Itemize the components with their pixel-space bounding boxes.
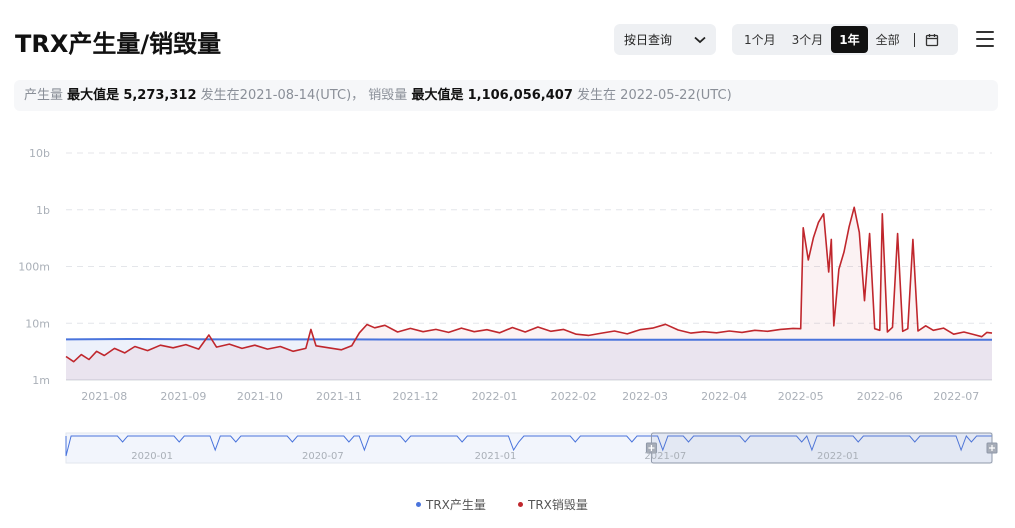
burn-area [66, 207, 992, 380]
y-tick-label: 10b [29, 147, 50, 160]
range-all-button[interactable]: 全部 [868, 26, 908, 53]
hamburger-menu-icon[interactable] [976, 31, 994, 47]
range-1-month-button[interactable]: 1个月 [736, 26, 784, 53]
zoom-tick-label: 2020-01 [131, 451, 173, 462]
main-chart[interactable]: 1m 10m 100m 1b 10b 2021-08 2021-09 2021-10 2021-… [0, 130, 1015, 415]
y-tick-label: 100m [18, 261, 50, 274]
production-occurred-label: 发生在 [200, 88, 240, 103]
x-tick-label: 2021-12 [392, 390, 438, 403]
range-divider [913, 32, 915, 47]
x-tick-label: 2022-07 [933, 390, 979, 403]
x-tick-label: 2021-09 [160, 390, 206, 403]
zoom-tick-label: 2020-07 [302, 451, 344, 462]
range-1-year-button[interactable]: 1年 [831, 26, 868, 53]
zoom-tick-label: 2022-01 [817, 451, 859, 462]
zoom-tick-label: 2021-07 [644, 451, 686, 462]
x-tick-label: 2021-11 [316, 390, 362, 403]
y-tick-label: 1b [36, 204, 50, 217]
x-tick-label: 2022-05 [778, 390, 824, 403]
production-max-label: 最大值是 [67, 88, 120, 103]
calendar-button[interactable] [921, 33, 943, 47]
query-mode-select[interactable]: 按日查询 [614, 24, 716, 55]
y-tick-label: 10m [25, 317, 50, 330]
burn-max-value: 1,106,056,407 [467, 88, 573, 103]
x-tick-label: 2022-02 [551, 390, 597, 403]
production-max-date: 2021-08-14(UTC)， [239, 88, 365, 103]
x-tick-label: 2021-08 [81, 390, 127, 403]
x-tick-label: 2022-06 [857, 390, 903, 403]
query-mode-label: 按日查询 [624, 33, 673, 47]
calendar-icon [925, 33, 938, 46]
y-tick-label: 1m [32, 374, 50, 387]
legend-production-label: TRX产生量 [426, 498, 486, 512]
stats-bar: 产生量 最大值是 5,273,312 发生在2021-08-14(UTC)， 销… [14, 80, 998, 111]
burn-max-date: 2022-05-22(UTC) [620, 88, 732, 103]
range-3-month-button[interactable]: 3个月 [784, 26, 832, 53]
production-label: 产生量 [24, 88, 64, 103]
x-tick-label: 2022-04 [701, 390, 747, 403]
page-title: TRX产生量/销毁量 [15, 30, 222, 58]
legend-burn[interactable]: TRX销毁量 [518, 496, 588, 513]
legend-production[interactable]: TRX产生量 [416, 496, 486, 513]
zoom-slider[interactable]: 2020-01 2020-07 2021-01 2021-07 2022-01 [0, 425, 1015, 470]
x-tick-label: 2021-10 [237, 390, 283, 403]
legend-burn-label: TRX销毁量 [528, 498, 588, 512]
production-max-value: 5,273,312 [123, 88, 197, 103]
time-range-group: 1个月 3个月 1年 全部 [732, 24, 958, 55]
zoom-tick-label: 2021-01 [475, 451, 517, 462]
x-tick-label: 2022-03 [622, 390, 668, 403]
legend-production-marker [416, 502, 421, 507]
burn-occurred-label: 发生在 [577, 88, 617, 103]
burn-max-label: 最大值是 [411, 88, 464, 103]
x-tick-label: 2022-01 [472, 390, 518, 403]
burn-label: 销毁量 [368, 88, 408, 103]
legend-burn-marker [518, 502, 523, 507]
chevron-down-icon [694, 36, 706, 43]
